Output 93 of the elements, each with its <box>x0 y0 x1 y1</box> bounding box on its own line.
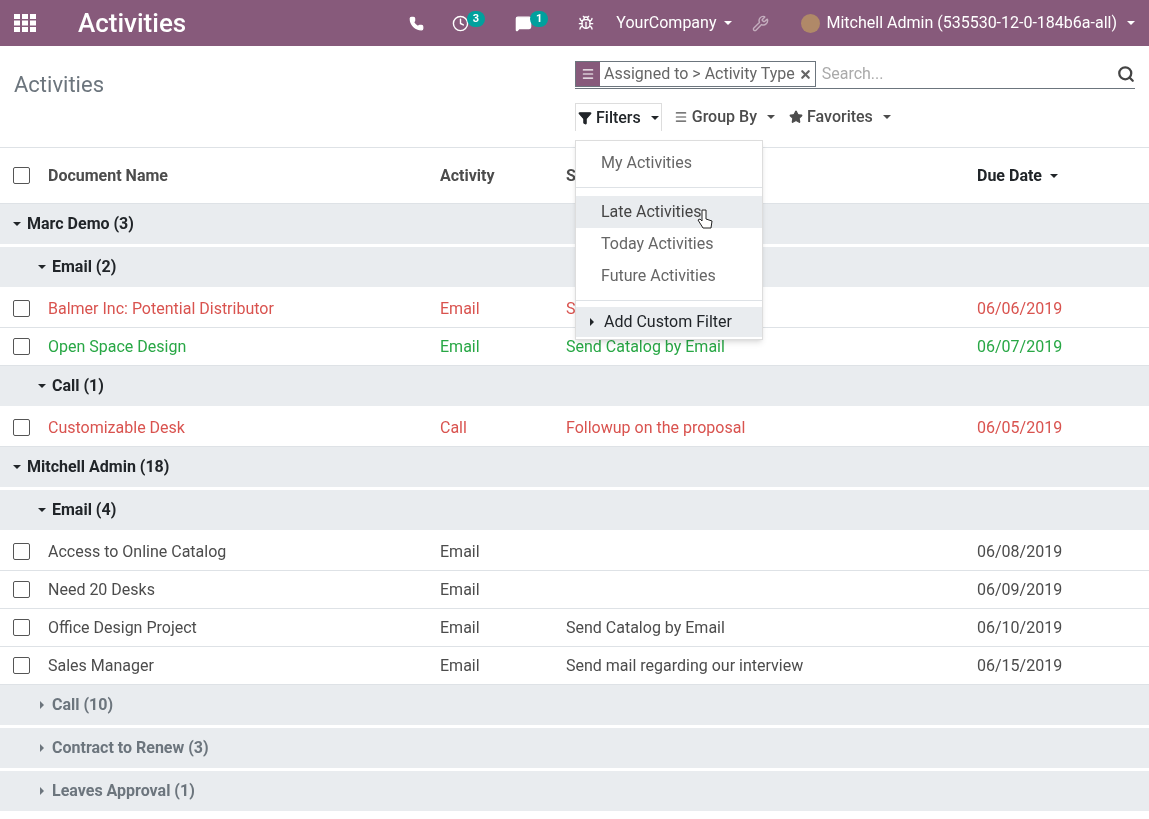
table-cell-text: Sales Manager <box>48 654 155 677</box>
table-cell: S <box>566 298 576 318</box>
add-custom-filter-item[interactable]: Add Custom Filter <box>576 307 762 337</box>
table-cell-text: Email <box>440 616 481 639</box>
caret-icon <box>38 744 46 752</box>
group-label: Email (4) <box>52 499 117 521</box>
caret-icon <box>650 113 659 122</box>
table-cell-text: 06/08/2019 <box>977 540 1064 563</box>
close-icon[interactable] <box>798 67 812 81</box>
table-cell-text: Email <box>440 297 481 320</box>
table-cell: Send Catalog by Email <box>566 617 725 637</box>
group-label: Leaves Approval (1) <box>52 780 195 802</box>
count-badge: 3 <box>466 10 486 28</box>
row-checkbox[interactable] <box>13 581 30 598</box>
company-switcher[interactable]: YourCompany <box>616 11 733 35</box>
group-row[interactable]: Call (10) <box>0 685 1149 725</box>
search-bar[interactable]: Assigned to > Activity Type Search... <box>575 60 1135 89</box>
column-header[interactable]: S <box>566 163 576 188</box>
search-option-button[interactable]: Group By <box>671 103 777 131</box>
table-cell-text: Email <box>440 654 481 677</box>
table-cell-text: 06/06/2019 <box>977 297 1064 320</box>
table-cell-text: Email <box>440 540 481 563</box>
star-icon <box>789 110 803 124</box>
group-row[interactable]: Contract to Renew (3) <box>0 728 1149 768</box>
table-cell-text: 06/15/2019 <box>977 654 1064 677</box>
table-cell-text: 06/07/2019 <box>977 335 1064 358</box>
group-row[interactable]: Leaves Approval (1) <box>0 771 1149 811</box>
column-header[interactable]: Activity <box>440 163 495 188</box>
caret-icon <box>13 220 21 228</box>
row-checkbox[interactable] <box>13 619 30 636</box>
avatar-icon <box>801 13 821 33</box>
table-cell-text: Office Design Project <box>48 616 198 639</box>
caret-icon <box>38 701 46 709</box>
facet-label: Assigned to > Activity Type <box>603 63 796 85</box>
row-checkbox[interactable] <box>13 338 30 355</box>
sort-caret-icon <box>1050 171 1058 180</box>
group-label: Contract to Renew (3) <box>52 737 209 759</box>
apps-menu-icon[interactable] <box>14 14 36 32</box>
group-label: Email (2) <box>52 256 117 278</box>
table-cell-text: 06/10/2019 <box>977 616 1064 639</box>
caret-icon <box>13 463 21 471</box>
caret-icon <box>38 787 46 795</box>
breadcrumb: Activities <box>13 71 105 99</box>
group-label: Call (10) <box>52 694 114 716</box>
caret-icon <box>588 318 596 326</box>
group-by-icon <box>581 67 595 81</box>
table-cell-text: 06/09/2019 <box>977 578 1064 601</box>
row-checkbox[interactable] <box>13 167 30 184</box>
table-cell-text: Access to Online Catalog <box>48 540 228 563</box>
group-label: Marc Demo (3) <box>27 213 134 235</box>
table-cell-text: Balmer Inc: Potential Distributor <box>48 297 275 320</box>
table-cell-text: Email <box>440 335 481 358</box>
group-row[interactable]: Call (1) <box>0 366 1149 406</box>
caret-icon <box>724 19 733 27</box>
caret-icon <box>38 382 46 390</box>
filter-menu-item[interactable]: Late Activities <box>576 196 762 228</box>
filter-icon <box>578 110 592 125</box>
filter-menu-item[interactable]: My Activities <box>576 147 762 179</box>
row-checkbox[interactable] <box>13 300 30 317</box>
table-cell: Send mail regarding our interview <box>566 655 804 675</box>
count-badge: 1 <box>530 10 549 28</box>
table-cell-text: Call <box>440 416 468 439</box>
group-label: Call (1) <box>52 375 104 397</box>
table-cell: Followup on the proposal <box>566 417 746 437</box>
column-header[interactable]: Document Name <box>48 163 168 188</box>
table-cell-text: Need 20 Desks <box>48 578 156 601</box>
search-option-button[interactable]: Filters <box>575 103 662 131</box>
caret-icon <box>38 263 46 271</box>
caret-icon <box>882 113 891 121</box>
caret-icon <box>1127 19 1135 27</box>
table-cell-text: Email <box>440 578 481 601</box>
table-cell: Send Catalog by Email <box>566 336 725 356</box>
caret-icon <box>767 113 775 121</box>
search-icon[interactable] <box>1117 65 1135 83</box>
caret-icon <box>38 506 46 514</box>
phone-icon[interactable] <box>408 15 424 31</box>
list-icon <box>673 110 688 124</box>
column-header[interactable]: Due Date <box>977 163 1058 188</box>
search-facet[interactable]: Assigned to > Activity Type <box>575 61 816 87</box>
bug-icon[interactable] <box>578 15 595 31</box>
row-checkbox[interactable] <box>13 543 30 560</box>
table-cell-text: 06/05/2019 <box>977 416 1064 439</box>
row-checkbox[interactable] <box>13 657 30 674</box>
group-row[interactable]: Email (4) <box>0 490 1149 530</box>
table-cell-text: Open Space Design <box>48 335 188 358</box>
table-cell-text: Customizable Desk <box>48 416 186 439</box>
row-checkbox[interactable] <box>13 419 30 436</box>
user-menu[interactable]: Mitchell Admin (535530-12-0-184b6a-all) <box>801 11 1135 35</box>
group-label: Mitchell Admin (18) <box>27 456 170 478</box>
group-row[interactable]: Mitchell Admin (18) <box>0 447 1149 487</box>
search-field[interactable]: Search... <box>815 62 1117 86</box>
app-title: Activities <box>78 6 187 40</box>
search-option-button[interactable]: Favorites <box>787 103 893 131</box>
